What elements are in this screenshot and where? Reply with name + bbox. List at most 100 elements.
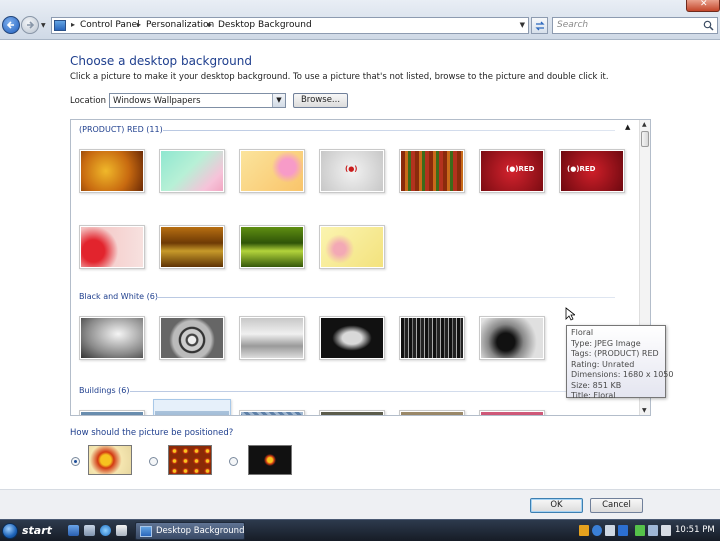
page-title: Choose a desktop background [70,54,252,68]
wallpaper-thumbnail[interactable] [239,410,305,415]
wallpaper-thumbnail[interactable] [239,316,305,360]
wallpaper-thumbnail[interactable] [79,316,145,360]
wallpaper-thumbnail[interactable] [159,225,225,269]
collapse-group-icon[interactable]: ▲ [625,123,630,131]
group-divider [130,391,615,392]
page-description: Click a picture to make it your desktop … [70,72,609,82]
start-button[interactable]: start [0,520,60,541]
position-tile-preview[interactable] [168,445,212,475]
position-fit-preview[interactable] [88,445,132,475]
bluetooth-icon[interactable] [592,525,602,536]
switch-windows-icon[interactable] [84,525,95,536]
taskbar-item-desktop-background[interactable]: Desktop Background [135,522,245,540]
address-toolbar: ✕ ▼ ▸ Control Panel ▸ Personalization ▸ … [0,0,720,40]
refresh-button[interactable] [531,17,548,34]
window-close-button[interactable]: ✕ [686,0,720,12]
battery-icon[interactable] [635,525,645,536]
tooltip-line: Floral [571,328,594,337]
back-arrow-icon [6,21,14,29]
location-select[interactable]: Windows Wallpapers ▼ [109,93,286,108]
tooltip-line: Tags: (PRODUCT) RED [571,349,659,358]
wallpaper-thumbnail[interactable] [79,225,145,269]
internet-explorer-icon[interactable] [100,525,111,536]
product-red-logo-text: (●)RED [567,165,596,173]
volume-icon[interactable] [661,525,671,536]
scroll-up-icon[interactable]: ▲ [642,121,647,128]
recent-pages-dropdown-icon[interactable]: ▼ [41,22,47,29]
system-tray: 10:51 PM [575,520,720,541]
group-header-product-red[interactable]: (PRODUCT) RED (11) [79,125,163,134]
group-divider [156,297,615,298]
wallpaper-thumbnail[interactable] [239,225,305,269]
network-icon[interactable] [605,525,615,536]
start-label: start [22,524,52,537]
wallpaper-gallery[interactable]: (PRODUCT) RED (11) ▲ (●) (●)RED (●)RED B… [70,119,651,416]
wallpaper-thumbnail[interactable] [479,316,545,360]
scroll-down-icon[interactable]: ▼ [642,407,647,414]
tooltip-line: Size: 851 KB [571,380,622,390]
address-dropdown-icon[interactable]: ▼ [520,21,525,29]
location-label: Location [70,96,106,106]
control-panel-icon [54,20,66,31]
wallpaper-thumbnail[interactable] [479,410,545,415]
product-red-logo-text: (●)RED [506,165,535,173]
wallpaper-thumbnail[interactable] [399,316,465,360]
position-question: How should the picture be positioned? [70,428,234,438]
search-placeholder: Search [557,20,589,30]
forward-arrow-icon [27,21,35,29]
wallpaper-thumbnail[interactable] [319,225,385,269]
wallpaper-thumbnail[interactable]: (●)RED [559,149,625,193]
tooltip-line: Type: JPEG Image [571,338,641,348]
group-header-buildings[interactable]: Buildings (6) [79,386,130,395]
scrollbar-thumb[interactable] [641,131,649,147]
wallpaper-thumbnail[interactable] [399,410,465,415]
security-shield-icon[interactable] [579,525,589,536]
cancel-button[interactable]: Cancel [590,498,643,513]
show-desktop-icon[interactable] [68,525,79,536]
wallpaper-tooltip: Floral Type: JPEG Image Tags: (PRODUCT) … [566,325,673,400]
tooltip-line: Rating: Unrated [571,359,635,369]
search-icon[interactable] [703,20,714,31]
group-divider [163,130,615,131]
wallpaper-thumbnail[interactable] [153,399,231,415]
ok-button[interactable]: OK [530,498,583,513]
position-center-preview[interactable] [248,445,292,475]
wallpaper-thumbnail[interactable]: (●)RED [479,149,545,193]
media-player-icon[interactable] [116,525,127,536]
wallpaper-thumbnail[interactable] [159,149,225,193]
position-fit-radio[interactable] [71,457,80,466]
close-icon: ✕ [700,0,708,9]
position-center-radio[interactable] [229,457,238,466]
wallpaper-thumbnail[interactable] [159,316,225,360]
browse-button[interactable]: Browse... [293,93,348,108]
group-header-black-and-white[interactable]: Black and White (6) [79,292,158,301]
refresh-icon [535,21,545,31]
address-bar[interactable]: ▸ Control Panel ▸ Personalization ▸ Desk… [51,17,529,34]
breadcrumb-desktop-background[interactable]: Desktop Background [218,20,312,30]
breadcrumb-personalization[interactable]: Personalization [146,20,214,30]
clock[interactable]: 10:51 PM [675,525,715,535]
network-status-icon[interactable] [648,525,658,536]
search-input[interactable]: Search [552,17,718,34]
main-panel: Choose a desktop background Click a pict… [0,41,720,489]
wallpaper-thumbnail[interactable]: (●) [319,149,385,193]
wallpaper-thumbnail[interactable] [319,410,385,415]
dialog-button-bar: OK Cancel [0,489,720,519]
device-icon[interactable] [618,525,628,536]
forward-button[interactable] [21,16,39,34]
wallpaper-thumbnail[interactable] [79,410,145,415]
wallpaper-thumbnail[interactable] [319,316,385,360]
tooltip-line: Title: Floral [571,391,616,400]
taskbar-item-label: Desktop Background [156,526,245,536]
wallpaper-thumbnail[interactable] [239,149,305,193]
back-button[interactable] [2,16,20,34]
location-value: Windows Wallpapers [113,96,201,106]
control-panel-icon [140,526,152,537]
position-tile-radio[interactable] [149,457,158,466]
chevron-down-icon[interactable]: ▼ [272,94,285,107]
wallpaper-thumbnail[interactable] [79,149,145,193]
wallpaper-thumbnail[interactable] [399,149,465,193]
taskbar: start Desktop Background 10:51 PM [0,519,720,541]
breadcrumb-control-panel[interactable]: Control Panel [80,20,140,30]
product-red-logo-text: (●) [345,165,358,173]
